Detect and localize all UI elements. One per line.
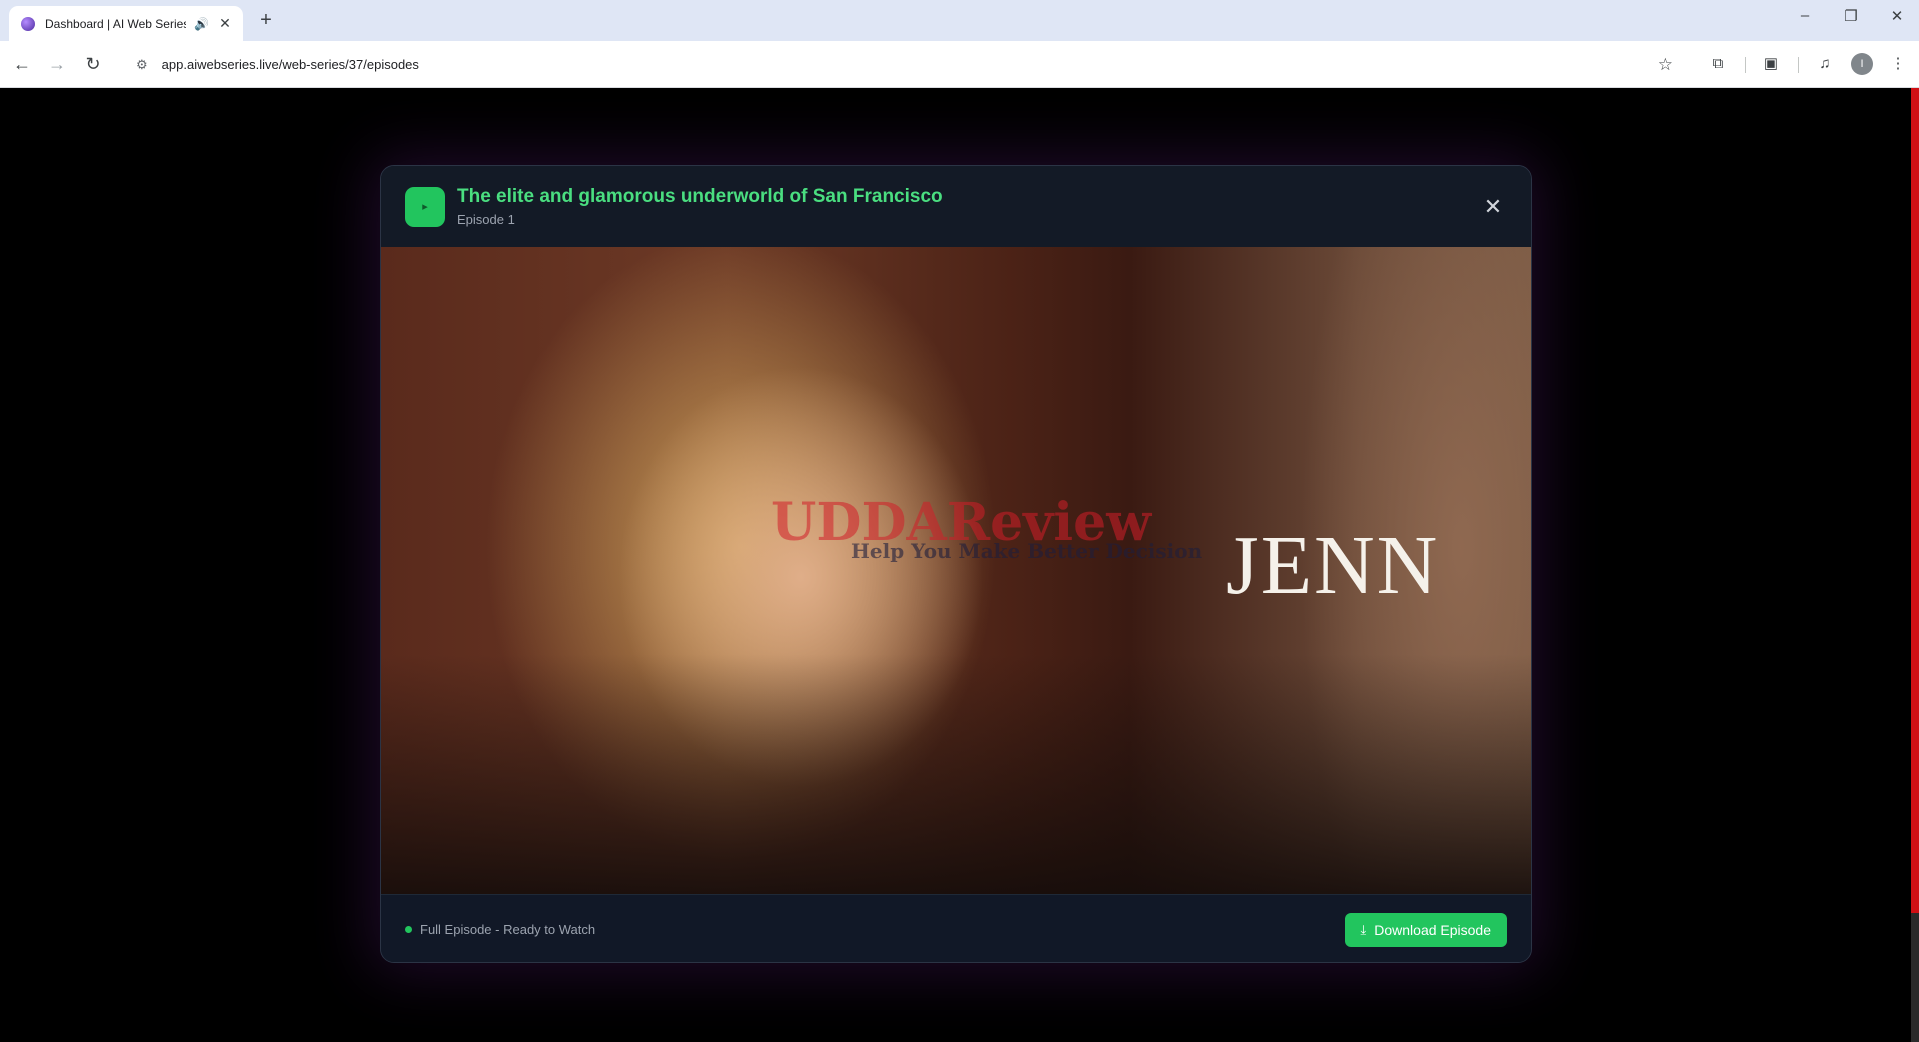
episode-status: Full Episode - Ready to Watch xyxy=(420,922,596,937)
episode-number: Episode 1 xyxy=(457,212,515,227)
video-player[interactable]: UDDAReview Help You Make Better Decision… xyxy=(381,247,1531,894)
status-dot-icon xyxy=(405,926,412,933)
browser-tab[interactable]: Dashboard | AI Web Series 🔊 ✕ xyxy=(9,6,243,41)
play-icon: ▸ xyxy=(405,186,445,227)
toolbar-divider xyxy=(1745,57,1746,73)
video-frame-shading xyxy=(381,654,1531,894)
scrollbar-track[interactable] xyxy=(1911,913,1919,1042)
tab-title: Dashboard | AI Web Series xyxy=(45,16,187,31)
episode-modal: ▸ The elite and glamorous underworld of … xyxy=(380,165,1532,963)
minimize-button[interactable]: – xyxy=(1790,7,1820,24)
forward-button[interactable]: → xyxy=(45,52,69,76)
tab-strip: Dashboard | AI Web Series 🔊 ✕ + – ❐ ✕ xyxy=(0,0,1919,41)
media-control-icon[interactable]: ♫ xyxy=(1814,53,1836,75)
audio-playing-icon[interactable]: 🔊 xyxy=(194,17,209,31)
reload-button[interactable]: ↻ xyxy=(81,52,105,76)
download-button-label: Download Episode xyxy=(1374,921,1491,938)
back-button[interactable]: ← xyxy=(10,52,34,76)
address-bar[interactable]: ⚙ app.aiwebseries.live/web-series/37/epi… xyxy=(122,47,1687,82)
modal-header: ▸ The elite and glamorous underworld of … xyxy=(381,166,1531,247)
extensions-icon[interactable]: ⧉ xyxy=(1707,53,1729,75)
browser-menu-icon[interactable]: ⋮ xyxy=(1887,53,1909,75)
scrollbar-thumb[interactable] xyxy=(1911,88,1919,913)
profile-avatar[interactable]: I xyxy=(1851,53,1873,75)
download-episode-button[interactable]: ⤓ Download Episode xyxy=(1344,912,1507,947)
episode-series-title: The elite and glamorous underworld of Sa… xyxy=(457,186,943,207)
tab-close-icon[interactable]: ✕ xyxy=(217,15,233,32)
url-text[interactable]: app.aiwebseries.live/web-series/37/episo… xyxy=(162,57,1658,72)
download-icon: ⤓ xyxy=(1360,921,1367,937)
restore-button[interactable]: ❐ xyxy=(1836,7,1866,25)
bookmark-star-icon[interactable]: ☆ xyxy=(1658,55,1673,75)
screen-capture-icon[interactable]: ▣ xyxy=(1760,53,1782,75)
video-title-caption: JENN xyxy=(1226,519,1440,612)
site-info-icon[interactable]: ⚙ xyxy=(136,57,148,73)
toolbar-divider xyxy=(1798,57,1799,73)
browser-toolbar: ← → ↻ ⚙ app.aiwebseries.live/web-series/… xyxy=(0,41,1919,88)
site-favicon-icon xyxy=(21,16,35,31)
modal-close-icon[interactable]: ✕ xyxy=(1479,194,1507,220)
window-close-button[interactable]: ✕ xyxy=(1882,7,1912,25)
modal-footer: Full Episode - Ready to Watch ⤓ Download… xyxy=(381,894,1531,962)
page-background: ▸ The elite and glamorous underworld of … xyxy=(0,88,1919,1042)
watermark-tagline: Help You Make Better Decision xyxy=(851,539,1203,563)
new-tab-button[interactable]: + xyxy=(254,9,278,33)
